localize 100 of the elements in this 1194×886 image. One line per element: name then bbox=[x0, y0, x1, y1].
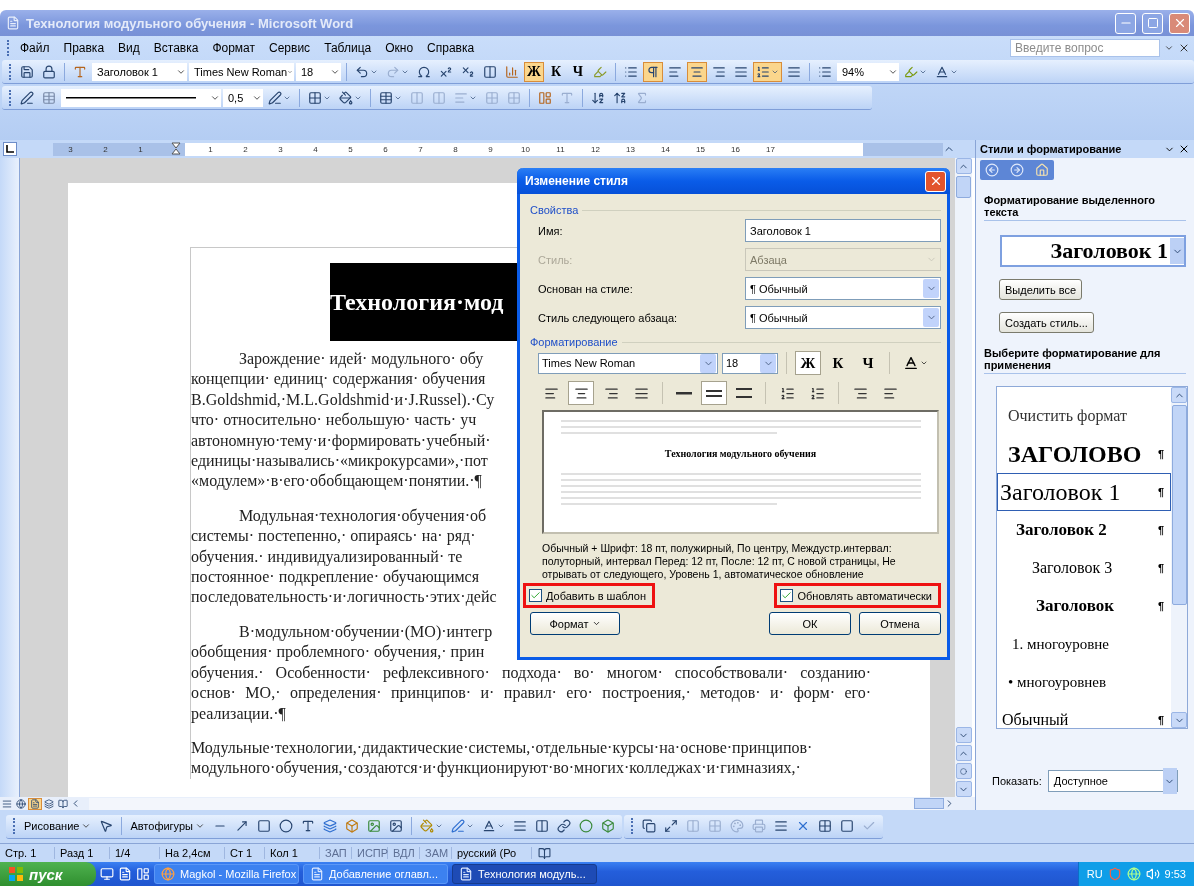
ruler-number: 1 bbox=[207, 144, 214, 154]
document-text-line: обучения.· Особенности· рефлексивного· подхода· во· многом· способствовали· созданию· bbox=[191, 662, 871, 684]
style-select[interactable]: Заголовок 1 bbox=[92, 62, 187, 81]
ruler-number: 4 bbox=[312, 144, 319, 154]
style-name: • многоуровнев bbox=[1008, 673, 1107, 691]
ruler-number: 12 bbox=[590, 144, 601, 154]
document-text-line: «модулем»·в·его·обобщающем·понятии.·¶ bbox=[191, 471, 482, 492]
ruler-number: 7 bbox=[417, 144, 424, 154]
style-select[interactable]: ¶ Обычный bbox=[745, 277, 941, 300]
font-size-select[interactable]: 18 bbox=[296, 62, 341, 81]
format-toggle[interactable]: Ч bbox=[568, 61, 588, 82]
document-text-line: основ· МО,· определения· принципов· и· правил· его· построения,· методов· и· форм· его· bbox=[191, 683, 871, 704]
document-text-line: постоянное· подкрепление· обучающимся bbox=[191, 567, 480, 588]
menu-item[interactable]: Формат bbox=[205, 41, 263, 55]
help-search-field[interactable]: Введите вопрос bbox=[1010, 39, 1160, 57]
ruler-number: 15 bbox=[695, 144, 706, 154]
group-label: Форматирование bbox=[530, 336, 618, 348]
ruler-number: 17 bbox=[765, 144, 776, 154]
cancel-button[interactable]: Отмена bbox=[859, 612, 941, 635]
ruler-number: 16 bbox=[730, 144, 741, 154]
status-item: ЗАП bbox=[320, 847, 352, 859]
zoom-select[interactable]: 94% bbox=[837, 62, 899, 81]
format-button[interactable]: Формат bbox=[530, 612, 620, 635]
format-toggle[interactable]: К bbox=[546, 61, 566, 82]
ruler-number: 2 bbox=[242, 144, 249, 154]
checkbox[interactable]: Обновлять автоматически bbox=[780, 589, 932, 602]
pane-button[interactable]: Выделить все bbox=[999, 279, 1083, 300]
status-item: Кол 1 bbox=[265, 847, 320, 859]
style-name: Заголовок bbox=[1036, 596, 1115, 616]
font-size-select[interactable]: 18 bbox=[722, 352, 778, 374]
document-text-line: системы· постепенно,· опираясь· на· ряд· bbox=[191, 526, 476, 547]
document-text-line: обучения.· индивидуализированный· те bbox=[191, 546, 463, 568]
paragraph-mark: ¶ bbox=[1157, 448, 1164, 460]
menu-item[interactable]: Файл bbox=[13, 41, 57, 55]
status-item: ИСПР bbox=[352, 847, 388, 859]
paragraph-mark: ¶ bbox=[1157, 524, 1164, 536]
paragraph-mark: ¶ bbox=[1157, 562, 1164, 574]
ruler-number: 1 bbox=[137, 144, 144, 154]
section-heading: Форматирование выделенного текста bbox=[984, 194, 1186, 221]
show-label: Показать: bbox=[992, 775, 1042, 787]
format-toggle[interactable]: Ж bbox=[524, 61, 544, 82]
ruler-number: 8 bbox=[452, 144, 459, 154]
draw-menu-button[interactable]: Рисование bbox=[21, 816, 95, 836]
menu-item[interactable]: Справка bbox=[420, 41, 482, 55]
ruler-number: 13 bbox=[625, 144, 636, 154]
current-style-select[interactable]: Заголовок 1 bbox=[1000, 235, 1186, 267]
font-select[interactable]: Times New Roman bbox=[538, 352, 718, 374]
document-text-line: B.Goldshmid,·M.L.Goldshmid·и·J.Russel).·Су bbox=[191, 389, 495, 411]
menu-item[interactable]: Правка bbox=[56, 41, 112, 55]
document-text-line: модульного·обучения,·создаются·и·функционируют·во·многих·колледжах·и·гимназиях,· bbox=[191, 758, 801, 779]
style-name: Обычный bbox=[1002, 711, 1069, 728]
ruler-number: 6 bbox=[382, 144, 389, 154]
status-item: На 2,4см bbox=[160, 847, 225, 859]
ruler-number: 5 bbox=[347, 144, 354, 154]
name-field[interactable]: Заголовок 1 bbox=[745, 219, 941, 242]
ruler-number: 2 bbox=[102, 144, 109, 154]
style-name: Очистить формат bbox=[1008, 407, 1127, 425]
style-list-item[interactable]: Заголовок 1 ¶ bbox=[997, 473, 1171, 511]
format-toggle[interactable]: К bbox=[825, 351, 851, 375]
document-text-line: обобщения· проблемного· обучения,· прин bbox=[191, 642, 485, 663]
taskbar-button[interactable]: Magkol - Mozilla Firefox bbox=[154, 864, 299, 884]
ruler-number: 3 bbox=[277, 144, 284, 154]
document-text-line: концепции· единиц· содержания· обучения bbox=[191, 369, 486, 390]
autoshapes-menu-button[interactable]: Автофигуры bbox=[127, 816, 208, 836]
font-select[interactable]: Times New Roman bbox=[189, 62, 294, 81]
field-label: Стиль: bbox=[538, 253, 574, 266]
document-text-line: единицы·назывались·«микрокурсами»,·пот bbox=[191, 451, 488, 472]
style-name: Заголовок 2 bbox=[1016, 520, 1107, 540]
status-item: Разд 1 bbox=[55, 847, 110, 859]
taskbar-button[interactable]: Технология модуль... bbox=[452, 864, 597, 884]
menu-item[interactable]: Окно bbox=[378, 41, 421, 55]
format-toggle[interactable]: Ч bbox=[855, 351, 881, 375]
menu-item[interactable]: Таблица bbox=[317, 41, 379, 55]
document-text-line: Модульные·технологии,·дидактические·системы,·отдельные·курсы·на·основе·принципов· bbox=[191, 737, 813, 759]
paragraph-mark: ¶ bbox=[1157, 714, 1164, 726]
window-title: Технология модульного обучения - Microsoft Word bbox=[26, 15, 355, 31]
taskbar-button[interactable]: Добавление оглавл... bbox=[303, 864, 448, 884]
dialog-title: Изменение стиля bbox=[525, 174, 629, 188]
pane-button[interactable]: Создать стиль... bbox=[999, 312, 1094, 333]
document-text-line: Зарождение· идей· модульного· обу bbox=[238, 349, 484, 370]
ok-button[interactable]: ОК bbox=[769, 612, 851, 635]
menu-item[interactable]: Вставка bbox=[146, 41, 206, 55]
ruler-number: 9 bbox=[487, 144, 494, 154]
status-item: ВДЛ bbox=[388, 847, 420, 859]
status-item: 1/4 bbox=[110, 847, 160, 859]
line-weight-select[interactable]: 0,5 bbox=[223, 88, 263, 107]
ruler-number: 3 bbox=[67, 144, 74, 154]
document-heading: Технология·мод bbox=[330, 288, 504, 316]
style-name: ЗАГОЛОВО bbox=[1008, 440, 1142, 468]
ruler-number: 10 bbox=[520, 144, 531, 154]
menu-item[interactable]: Сервис bbox=[262, 41, 318, 55]
document-text-line: последовательность·и·логичность·этих·дейс bbox=[191, 587, 497, 608]
style-select[interactable]: ¶ Обычный bbox=[745, 306, 941, 329]
group-label: Свойства bbox=[530, 204, 579, 216]
format-toggle[interactable]: Ж bbox=[795, 351, 821, 375]
show-select[interactable]: Доступное bbox=[1047, 770, 1178, 792]
clock: 9:53 bbox=[1164, 868, 1186, 880]
menu-item[interactable]: Вид bbox=[111, 41, 147, 55]
checkbox[interactable]: Добавить в шаблон bbox=[529, 589, 647, 602]
status-item: Стр. 1 bbox=[0, 847, 55, 859]
